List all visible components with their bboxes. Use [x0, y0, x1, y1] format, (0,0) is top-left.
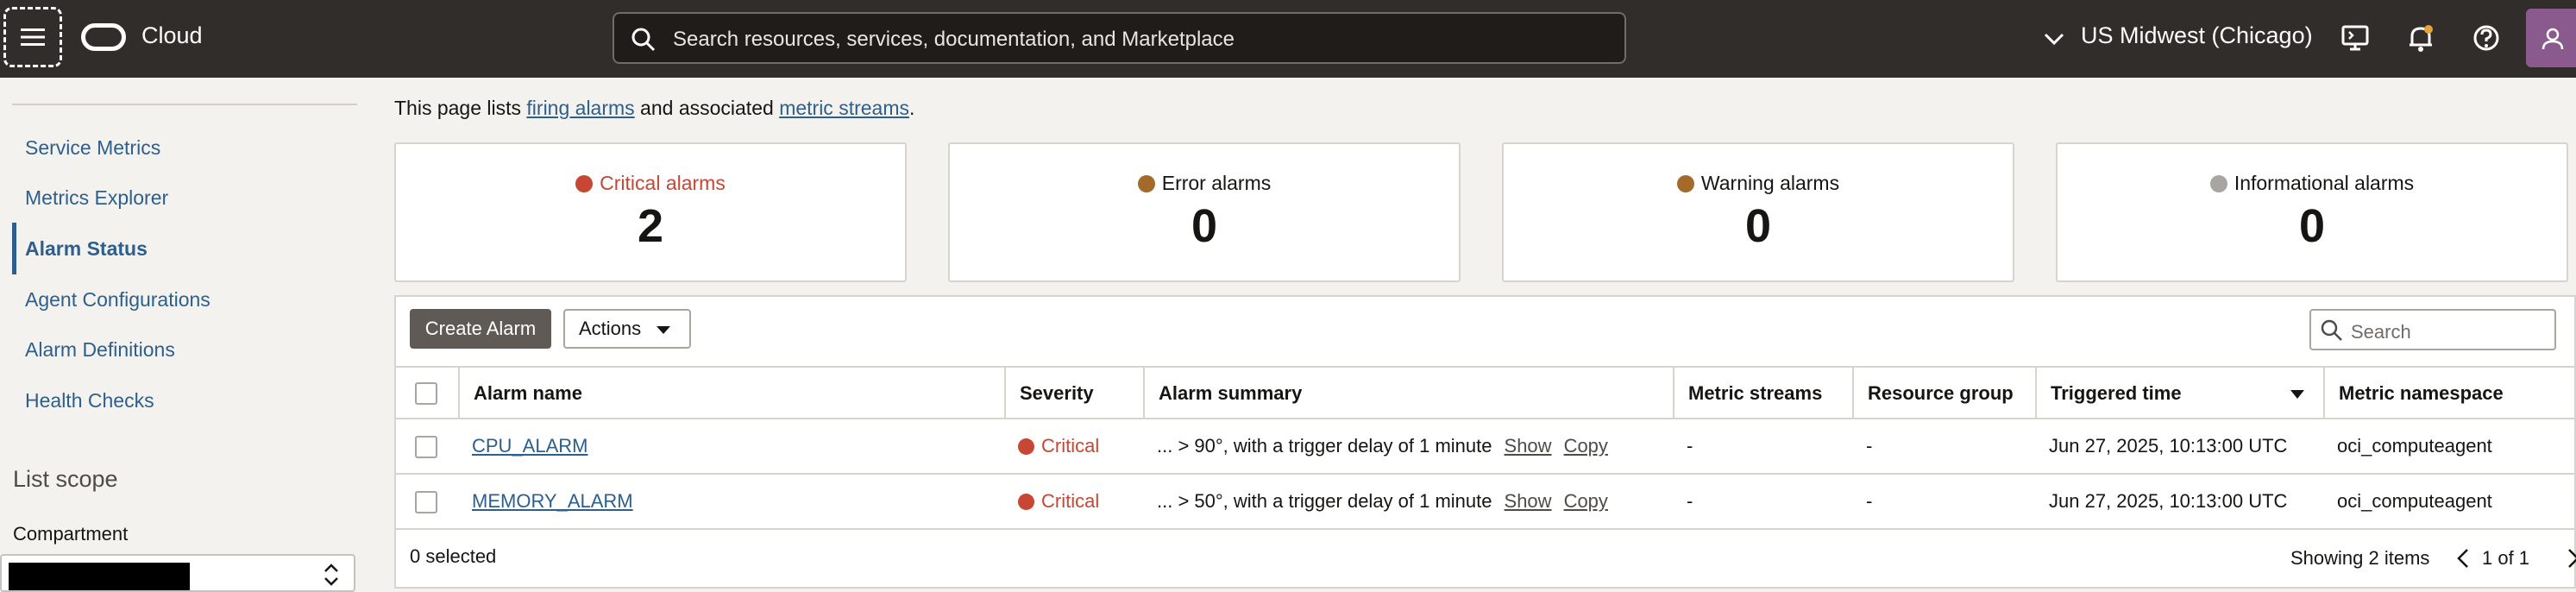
- column-label: Triggered time: [2051, 382, 2182, 404]
- column-header-resource-group[interactable]: Resource group: [1852, 368, 2035, 419]
- select-all-checkbox[interactable]: [415, 382, 437, 405]
- compartment-label: Compartment: [13, 523, 129, 545]
- active-indicator: [12, 223, 16, 274]
- sidebar-item-metrics-explorer[interactable]: Metrics Explorer: [25, 186, 168, 210]
- column-header-severity[interactable]: Severity: [1004, 368, 1142, 419]
- show-summary-link[interactable]: Show: [1505, 435, 1552, 457]
- card-label: Warning alarms: [1700, 172, 1840, 194]
- global-search-input[interactable]: Search resources, services, documentatio…: [613, 12, 1626, 64]
- list-scope-heading: List scope: [13, 466, 118, 492]
- caret-down-icon: [657, 326, 670, 334]
- triggered-time-value: Jun 27, 2025, 10:13:00 UTC: [2049, 490, 2288, 512]
- critical-alarms-card[interactable]: Critical alarms 2: [394, 142, 907, 282]
- help-icon[interactable]: [2469, 21, 2504, 55]
- resource-group-value: -: [1866, 435, 1873, 457]
- severity-value: Critical: [1041, 490, 1100, 512]
- selected-count: 0 selected: [410, 545, 497, 567]
- alarms-table-panel: Create Alarm Actions Search Alarm name S…: [394, 295, 2576, 589]
- card-count: 0: [1191, 200, 1218, 252]
- error-alarms-card[interactable]: Error alarms 0: [948, 142, 1461, 282]
- page-description: This page lists firing alarms and associ…: [394, 97, 914, 120]
- error-dot-icon: [1137, 175, 1155, 192]
- alarm-name-link[interactable]: CPU_ALARM: [472, 435, 587, 457]
- resource-group-value: -: [1866, 490, 1873, 512]
- card-count: 2: [637, 200, 664, 252]
- sort-descending-icon[interactable]: [2289, 388, 2306, 400]
- sidebar-item-alarm-status[interactable]: Alarm Status: [25, 237, 148, 261]
- alarm-name-link[interactable]: MEMORY_ALARM: [472, 490, 633, 512]
- row-checkbox[interactable]: [415, 436, 437, 458]
- sidebar-divider: [12, 104, 357, 105]
- table-search-input[interactable]: Search: [2309, 309, 2556, 350]
- brand-name[interactable]: Cloud: [141, 22, 203, 49]
- column-header-alarm-summary[interactable]: Alarm summary: [1143, 368, 1673, 419]
- card-label: Error alarms: [1161, 172, 1272, 194]
- critical-dot-icon: [575, 175, 594, 192]
- metric-streams-value: -: [1687, 490, 1693, 512]
- user-icon: [2541, 28, 2564, 50]
- intro-text: This page lists: [394, 97, 527, 119]
- informational-alarms-card[interactable]: Informational alarms 0: [2056, 142, 2568, 282]
- copy-summary-link[interactable]: Copy: [1564, 490, 1608, 512]
- bell-icon[interactable]: [2403, 21, 2438, 55]
- compartment-select[interactable]: [0, 554, 355, 592]
- intro-text: .: [908, 97, 915, 119]
- chevron-right-icon[interactable]: [2565, 547, 2576, 570]
- alarm-summary-text: ... > 90°, with a trigger delay of 1 min…: [1157, 435, 1492, 457]
- items-count: Showing 2 items: [2290, 547, 2430, 569]
- intro-text: and associated: [634, 97, 780, 119]
- oracle-logo-icon[interactable]: [81, 23, 126, 51]
- warning-alarms-card[interactable]: Warning alarms 0: [1502, 142, 2014, 282]
- sidebar-item-alarm-definitions[interactable]: Alarm Definitions: [25, 338, 175, 362]
- search-icon: [2321, 319, 2342, 341]
- top-navigation-bar: Cloud Search resources, services, docume…: [0, 0, 2576, 78]
- metric-namespace-value: oci_computeagent: [2337, 490, 2492, 512]
- chevron-left-icon[interactable]: [2454, 547, 2472, 570]
- column-header-metric-namespace[interactable]: Metric namespace: [2323, 368, 2576, 419]
- card-count: 0: [2298, 200, 2326, 252]
- page-indicator: 1 of 1: [2482, 547, 2530, 569]
- firing-alarms-link[interactable]: firing alarms: [526, 97, 634, 119]
- metric-streams-link[interactable]: metric streams: [779, 97, 909, 119]
- table-row[interactable]: CPU_ALARM Critical ... > 90°, with a tri…: [396, 419, 2576, 475]
- column-header-alarm-name[interactable]: Alarm name: [458, 368, 969, 419]
- show-summary-link[interactable]: Show: [1505, 490, 1552, 512]
- metric-namespace-value: oci_computeagent: [2337, 435, 2492, 457]
- profile-avatar[interactable]: [2526, 9, 2576, 67]
- hamburger-icon: [21, 28, 45, 46]
- copy-summary-link[interactable]: Copy: [1564, 435, 1608, 457]
- info-dot-icon: [2209, 175, 2227, 192]
- actions-menu-button[interactable]: Actions: [563, 309, 691, 349]
- sidebar-item-agent-configurations[interactable]: Agent Configurations: [25, 288, 210, 312]
- card-count: 0: [1744, 200, 1772, 252]
- column-header-metric-streams[interactable]: Metric streams: [1673, 368, 1852, 419]
- metric-streams-value: -: [1687, 435, 1693, 457]
- redacted-value: [9, 563, 190, 590]
- table-search-placeholder: Search: [2351, 321, 2411, 343]
- sidebar: Service Metrics Metrics Explorer Alarm S…: [0, 78, 359, 592]
- alarm-summary-text: ... > 50°, with a trigger delay of 1 min…: [1157, 490, 1492, 512]
- chevron-down-icon[interactable]: [2043, 28, 2065, 50]
- sidebar-item-health-checks[interactable]: Health Checks: [25, 389, 154, 413]
- sidebar-item-service-metrics[interactable]: Service Metrics: [25, 136, 160, 160]
- triggered-time-value: Jun 27, 2025, 10:13:00 UTC: [2049, 435, 2288, 457]
- cloud-shell-icon[interactable]: [2338, 21, 2372, 55]
- table-row[interactable]: MEMORY_ALARM Critical ... > 50°, with a …: [396, 475, 2576, 530]
- warning-dot-icon: [1676, 175, 1694, 192]
- critical-dot-icon: [1018, 494, 1034, 510]
- region-selector[interactable]: US Midwest (Chicago): [2081, 22, 2313, 49]
- global-search-placeholder: Search resources, services, documentatio…: [673, 28, 1235, 51]
- menu-button[interactable]: [3, 7, 62, 67]
- card-label: Critical alarms: [600, 172, 726, 194]
- search-icon: [631, 28, 656, 52]
- severity-value: Critical: [1041, 435, 1100, 457]
- card-label: Informational alarms: [2234, 172, 2415, 194]
- table-header-row: Alarm name Severity Alarm summary Metric…: [396, 366, 2576, 419]
- actions-label: Actions: [579, 318, 642, 339]
- row-checkbox[interactable]: [415, 491, 437, 513]
- column-header-triggered-time[interactable]: Triggered time: [2035, 368, 2323, 419]
- critical-dot-icon: [1018, 438, 1034, 455]
- select-arrows-icon: [324, 564, 338, 586]
- create-alarm-button[interactable]: Create Alarm: [410, 309, 551, 349]
